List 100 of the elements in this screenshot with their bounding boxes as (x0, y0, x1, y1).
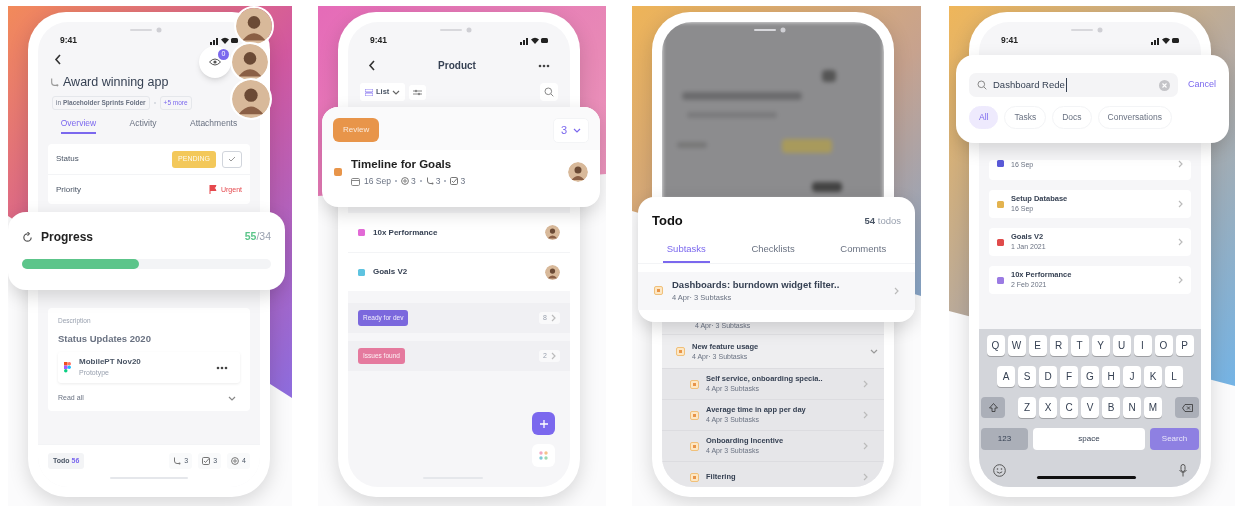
space-key[interactable]: space (1033, 428, 1145, 450)
cancel-button[interactable]: Cancel (1188, 78, 1216, 92)
tab[interactable]: Subtasks (662, 241, 710, 263)
avatar (545, 225, 560, 240)
keyboard-key[interactable]: V (1081, 397, 1099, 418)
shift-key[interactable] (981, 397, 1005, 418)
search-button[interactable] (540, 83, 558, 101)
chevron-down-icon (573, 127, 581, 133)
task-date: 16 Sep (364, 174, 391, 188)
tab[interactable]: Comments (836, 241, 891, 263)
task-icon (690, 441, 699, 451)
keyboard-key[interactable]: X (1039, 397, 1057, 418)
chevron-right-icon (1178, 276, 1183, 284)
keyboard-key[interactable]: Y (1091, 335, 1110, 356)
plus-icon (539, 419, 548, 428)
clock-time: 9:41 (1001, 33, 1018, 47)
task-title: Dashboards: burndown widget filter.. (672, 278, 841, 292)
checklist-icon (450, 177, 459, 186)
filter-chip[interactable]: Conversations (1097, 106, 1172, 129)
search-field[interactable]: Dashboard Rede (969, 73, 1178, 97)
keyboard-key[interactable]: R (1049, 335, 1068, 356)
search-icon (977, 80, 987, 90)
tab[interactable]: Attachments (190, 116, 238, 135)
task-icon (690, 472, 699, 482)
keyboard-key[interactable]: Z (1018, 397, 1036, 418)
more-icon[interactable] (538, 63, 550, 68)
delete-key[interactable] (1175, 397, 1199, 418)
keyboard-key[interactable]: F (1060, 366, 1078, 387)
speaker-drawing (754, 27, 786, 33)
add-button[interactable] (532, 412, 555, 435)
keyboard-key[interactable]: B (1102, 397, 1120, 418)
speaker-drawing (1071, 27, 1103, 33)
expand-toggle[interactable] (870, 349, 878, 354)
keyboard-key[interactable]: A (997, 366, 1015, 387)
keyboard-key[interactable]: T (1070, 335, 1089, 356)
chevron-right-icon (863, 442, 868, 450)
chevron-right-icon (1178, 238, 1183, 246)
speaker-drawing (130, 27, 162, 33)
microphone-icon[interactable] (1179, 464, 1187, 477)
keyboard-key[interactable]: K (1144, 366, 1162, 387)
list-icon (365, 88, 373, 96)
back-icon[interactable] (368, 60, 376, 71)
keyboard-key[interactable]: J (1123, 366, 1141, 387)
task-icon (690, 379, 699, 389)
keyboard-key[interactable]: H (1102, 366, 1120, 387)
chevron-right-icon (1178, 200, 1183, 208)
keyboard-key[interactable]: W (1007, 335, 1026, 356)
more-icon[interactable] (216, 365, 228, 370)
filter-button[interactable] (409, 84, 427, 100)
chevron-right-icon (1178, 160, 1183, 168)
search-icon (544, 87, 554, 97)
grid-icon (539, 451, 548, 460)
search-input[interactable]: Dashboard Rede (993, 77, 1067, 93)
sheet-title: Todo (652, 212, 683, 230)
keyboard-key[interactable]: E (1028, 335, 1047, 356)
task-row[interactable]: 10x Performance (348, 213, 570, 252)
keyboard-key[interactable]: Q (986, 335, 1005, 356)
task-icon (676, 347, 685, 356)
keyboard-key[interactable]: L (1165, 366, 1183, 387)
task-title: Award winning app (63, 74, 169, 91)
flag-icon (209, 185, 217, 195)
task-icon (690, 410, 699, 420)
meta-count: 3 (425, 174, 441, 188)
checklist-icon (202, 456, 211, 465)
keyboard-key[interactable]: O (1154, 335, 1173, 356)
back-icon[interactable] (54, 54, 62, 65)
keyboard-key[interactable]: C (1060, 397, 1078, 418)
count-dropdown[interactable]: 3 (552, 118, 589, 143)
task-name: 10x Performance (373, 226, 439, 239)
filter-chip[interactable]: Tasks (1004, 106, 1047, 129)
filter-chip[interactable]: All (969, 106, 999, 129)
shift-icon (988, 403, 998, 412)
chevron-right-icon (894, 286, 899, 295)
chevron-right-icon (863, 380, 868, 388)
keyboard-key[interactable]: U (1112, 335, 1131, 356)
keyboard-key[interactable]: G (1081, 366, 1099, 387)
task-title: Timeline for Goals (351, 156, 453, 172)
chevron-down-icon (870, 349, 878, 354)
keyboard-key[interactable]: P (1175, 335, 1194, 356)
status-icons-drawing (1151, 35, 1179, 45)
keyboard-key[interactable]: D (1039, 366, 1057, 387)
filter-chip[interactable]: Docs (1052, 106, 1092, 129)
file-icon (64, 362, 71, 373)
keyboard-key[interactable]: N (1123, 397, 1141, 418)
keyboard-key[interactable]: I (1133, 335, 1152, 356)
tab[interactable]: Checklists (747, 241, 799, 263)
speaker-drawing (440, 27, 472, 33)
tab[interactable]: Activity (129, 116, 157, 135)
task-icon (654, 286, 663, 296)
avatar (568, 161, 588, 182)
emoji-icon[interactable] (993, 464, 1006, 477)
chevron-right-icon (551, 314, 556, 322)
refresh-icon (22, 231, 33, 243)
keyboard-key[interactable]: S (1018, 366, 1036, 387)
keyboard-key[interactable]: M (1144, 397, 1162, 418)
task-row[interactable]: Goals V2 (348, 252, 570, 291)
numbers-key[interactable]: 123 (981, 428, 1028, 450)
backspace-icon (1181, 403, 1193, 412)
tab[interactable]: Overview (60, 116, 97, 135)
screen-title: Product (438, 59, 476, 73)
